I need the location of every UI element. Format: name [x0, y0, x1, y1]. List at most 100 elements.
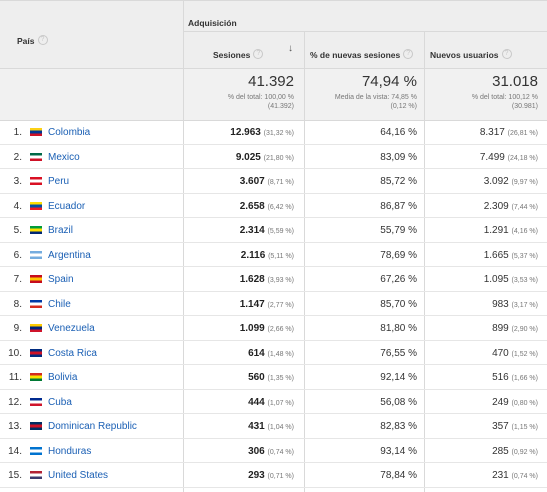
- nuevos-usuarios-value: 983: [492, 298, 509, 310]
- help-icon[interactable]: ?: [37, 34, 48, 45]
- column-header-sesiones[interactable]: Sesiones?: [213, 45, 264, 63]
- row-index: 6.: [13, 249, 22, 261]
- dimension-label: País: [17, 36, 35, 46]
- sesiones-value: 1.628: [239, 274, 265, 285]
- table-row: 13. Dominican Republic 431 (1,04 %) 82,83 %…: [0, 414, 547, 439]
- sesiones-percent: (5,11 %): [268, 252, 294, 260]
- country-flag-icon: [30, 471, 42, 479]
- sesiones-value: 1.099: [239, 323, 265, 334]
- country-link[interactable]: Dominican Republic: [48, 421, 137, 432]
- help-icon[interactable]: ?: [501, 48, 512, 59]
- help-icon[interactable]: ?: [403, 48, 414, 59]
- sesiones-value: 2.314: [239, 225, 265, 236]
- nuevos-usuarios-value: 516: [492, 372, 509, 383]
- totals-nuevas-detail: Media de la vista: 74,85 % (0,12 %): [334, 94, 417, 110]
- country-link[interactable]: Costa Rica: [48, 348, 97, 359]
- sesiones-percent: (0,71 %): [267, 473, 294, 480]
- nuevos-usuarios-percent: (5,37 %): [511, 252, 538, 260]
- nuevas-sesiones-cell: 83,09 %: [380, 151, 417, 163]
- table-row: 14. Honduras 306 (0,74 %) 93,14 % 285 (0,92 …: [0, 439, 547, 463]
- nuevos-usuarios-percent: (7,44 %): [511, 203, 538, 211]
- row-index: 11.: [8, 372, 22, 383]
- group-label: Adquisición: [188, 18, 237, 28]
- country-link[interactable]: United States: [48, 470, 108, 481]
- nuevos-usuarios-percent: (0,80 %): [511, 399, 538, 407]
- nuevos-usuarios-cell: 1.291 (4,16 %): [484, 225, 538, 236]
- dimension-header[interactable]: País?: [17, 31, 48, 49]
- column-header-nuevos-usuarios[interactable]: Nuevos usuarios?: [430, 45, 512, 63]
- table-row: 7. Spain 1.628 (3,93 %) 67,26 % 1.095 (3,53 …: [0, 267, 547, 292]
- row-index: 13.: [8, 421, 22, 432]
- nuevos-usuarios-value: 357: [492, 421, 509, 432]
- nuevos-usuarios-value: 249: [492, 396, 509, 408]
- row-index: 1.: [13, 127, 22, 138]
- nuevos-usuarios-value: 1.095: [483, 274, 509, 285]
- sesiones-cell: 431 (1,04 %): [248, 421, 294, 432]
- country-link[interactable]: Colombia: [48, 127, 90, 138]
- country-link[interactable]: Bolivia: [48, 372, 77, 383]
- sesiones-cell: 614 (1,48 %): [248, 348, 294, 359]
- sort-arrow-down-icon[interactable]: ↓: [288, 43, 293, 54]
- sesiones-value: 293: [248, 470, 265, 481]
- table-row: 1. Colombia 12.963 (31,32 %) 64,16 % 8.317 (…: [0, 120, 547, 145]
- nuevas-sesiones-cell: 55,79 %: [380, 225, 417, 236]
- table-row: 4. Ecuador 2.658 (6,42 %) 86,87 % 2.309 (7,4…: [0, 194, 547, 218]
- column-header-nuevas-sesiones[interactable]: % de nuevas sesiones?: [310, 45, 414, 63]
- country-link[interactable]: Mexico: [48, 152, 80, 163]
- sesiones-cell: 2.116 (5,11 %): [241, 250, 294, 261]
- sesiones-percent: (8,71 %): [267, 179, 294, 186]
- sesiones-cell: 2.314 (5,59 %): [240, 225, 294, 236]
- nuevos-usuarios-percent: (2,90 %): [511, 326, 538, 333]
- nuevas-sesiones-cell: 76,55 %: [380, 347, 417, 359]
- country-link[interactable]: Honduras: [48, 446, 91, 457]
- nuevos-usuarios-cell: 231 (0,74 %): [492, 470, 538, 481]
- nuevos-usuarios-value: 8.317: [479, 127, 505, 138]
- sesiones-value: 431: [248, 421, 265, 432]
- nuevos-usuarios-percent: (9,97 %): [511, 179, 538, 186]
- country-link[interactable]: Peru: [48, 176, 69, 187]
- nuevos-usuarios-cell: 7.499 (24,18 %): [480, 152, 538, 163]
- nuevos-usuarios-value: 899: [492, 323, 509, 334]
- row-index: 2.: [13, 151, 22, 163]
- country-link[interactable]: Ecuador: [48, 201, 85, 212]
- sesiones-value: 444: [248, 396, 265, 408]
- country-link[interactable]: Venezuela: [48, 323, 95, 334]
- totals-nuevos-usuarios-detail: % del total: 100,12 % (30.981): [471, 94, 538, 110]
- row-index: 14.: [8, 445, 22, 457]
- table-row: 12. Cuba 444 (1,07 %) 56,08 % 249 (0,80 %): [0, 390, 547, 414]
- sesiones-value: 614: [248, 347, 265, 359]
- row-index: 3.: [13, 176, 22, 187]
- table-row: 10. Costa Rica 614 (1,48 %) 76,55 % 470 (1,5…: [0, 341, 547, 365]
- nuevos-usuarios-cell: 1.095 (3,53 %): [484, 274, 538, 285]
- help-icon[interactable]: ?: [253, 48, 264, 59]
- totals-sesiones-value: 41.392: [248, 73, 294, 90]
- sesiones-value: 12.963: [230, 127, 261, 138]
- nuevos-usuarios-percent: (3,53 %): [511, 277, 538, 284]
- row-index: 12.: [8, 396, 22, 408]
- sesiones-value: 2.116: [240, 249, 266, 261]
- table-row: 11. Bolivia 560 (1,35 %) 92,14 % 516 (1,66 %…: [0, 365, 547, 390]
- nuevos-usuarios-cell: 899 (2,90 %): [492, 323, 538, 334]
- table-row: 6. Argentina 2.116 (5,11 %) 78,69 % 1.665 (5…: [0, 243, 547, 267]
- row-index: 8.: [13, 298, 22, 310]
- nuevas-sesiones-cell: 56,08 %: [380, 396, 417, 408]
- sesiones-value: 1.147: [239, 298, 265, 310]
- sesiones-percent: (1,04 %): [267, 424, 294, 431]
- country-flag-icon: [30, 177, 42, 185]
- nuevos-usuarios-value: 470: [492, 347, 509, 359]
- country-link[interactable]: Argentina: [48, 250, 91, 261]
- country-link[interactable]: Cuba: [48, 397, 72, 408]
- nuevos-usuarios-percent: (0,74 %): [511, 473, 538, 480]
- nuevos-usuarios-percent: (1,52 %): [511, 350, 538, 358]
- country-link[interactable]: Spain: [48, 274, 74, 285]
- sesiones-percent: (31,32 %): [263, 130, 294, 137]
- country-link[interactable]: Brazil: [48, 225, 73, 236]
- sesiones-percent: (1,07 %): [267, 399, 294, 407]
- nuevos-usuarios-percent: (1,66 %): [511, 375, 538, 382]
- group-header: Adquisición: [188, 13, 237, 31]
- sesiones-cell: 560 (1,35 %): [248, 372, 294, 383]
- country-flag-icon: [30, 226, 42, 234]
- sesiones-percent: (1,35 %): [267, 375, 294, 382]
- country-link[interactable]: Chile: [48, 299, 71, 310]
- row-index: 10.: [8, 347, 22, 359]
